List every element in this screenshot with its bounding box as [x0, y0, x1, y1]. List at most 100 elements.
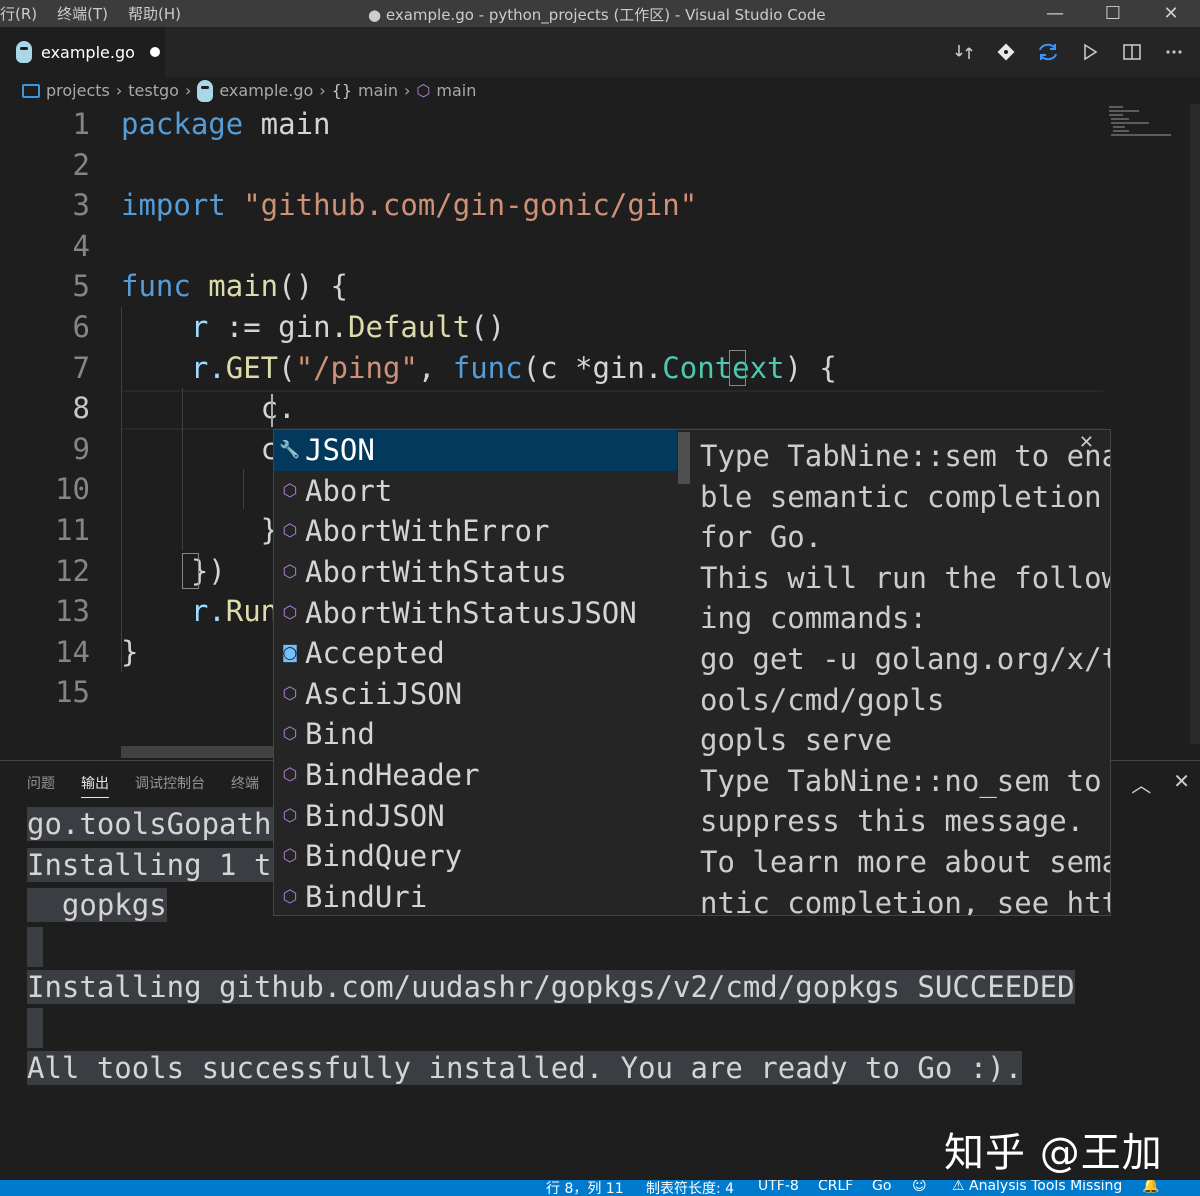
status-tab-size[interactable]: 制表符长度: 4 — [646, 1180, 734, 1196]
compare-icon[interactable] — [944, 32, 984, 72]
suggestion-item[interactable]: 🔧 JSON — [274, 430, 677, 471]
minimize-button[interactable]: — — [1026, 0, 1084, 27]
method-icon: ⬡ — [282, 562, 298, 583]
chevron-right-icon: › — [404, 81, 411, 100]
code-line-12: }) — [121, 553, 226, 588]
bracket-match-highlight — [729, 350, 746, 386]
method-icon: ⬡ — [282, 480, 298, 501]
bracket-match-highlight — [182, 553, 199, 589]
status-language[interactable]: Go — [872, 1180, 891, 1194]
minimap-line — [1109, 114, 1123, 116]
breadcrumb-testgo[interactable]: testgo — [128, 81, 179, 100]
maximize-button[interactable]: ☐ — [1084, 0, 1142, 27]
suggest-scrollbar[interactable] — [678, 432, 690, 484]
line-number: 11 — [55, 513, 90, 547]
status-encoding[interactable]: UTF-8 — [758, 1180, 799, 1194]
menu-item-terminal[interactable]: 终端(T) — [57, 3, 108, 24]
method-icon: ⬡ — [282, 683, 298, 704]
suggestion-item[interactable]: ⬡ AbortWithStatus — [274, 552, 677, 593]
close-window-button[interactable]: ✕ — [1142, 0, 1200, 27]
run-icon[interactable] — [1070, 32, 1110, 72]
tab-problems[interactable]: 问题 — [27, 773, 55, 798]
line-number: 8 — [72, 391, 90, 426]
tab-terminal[interactable]: 终端 — [231, 773, 259, 798]
suggestion-item[interactable]: ◙ Accepted — [274, 633, 677, 674]
menu-item-help[interactable]: 帮助(H) — [128, 3, 181, 24]
vertical-scrollbar[interactable] — [1190, 104, 1200, 744]
line-number: 1 — [72, 107, 90, 141]
minimap[interactable] — [1105, 104, 1190, 744]
method-icon: ⬡ — [282, 602, 298, 623]
breadcrumb-function[interactable]: main — [436, 81, 476, 100]
minimap-line — [1111, 118, 1129, 120]
go-file-icon — [16, 41, 32, 63]
tab-output[interactable]: 输出 — [81, 773, 109, 798]
details-line: suppress this message. — [700, 804, 1085, 839]
minimap-line — [1109, 106, 1123, 108]
unsaved-dot-icon[interactable] — [149, 47, 160, 57]
suggestion-item[interactable]: ⬡ Abort — [274, 471, 677, 512]
menu-item-run[interactable]: 行(R) — [0, 3, 37, 24]
suggestion-item[interactable]: ⬡ AbortWithError — [274, 511, 677, 552]
line-number: 10 — [55, 472, 90, 507]
indent-guide — [243, 469, 244, 509]
menu-bar: 行(R) 终端(T) 帮助(H) — [0, 3, 181, 24]
chevron-right-icon: › — [319, 81, 326, 100]
suggestion-item[interactable]: ⬡ AsciiJSON — [274, 674, 677, 715]
method-icon: ⬡ — [282, 886, 298, 907]
line-number: 12 — [55, 553, 90, 588]
breadcrumb-file[interactable]: example.go — [219, 81, 313, 100]
window-title: ● example.go - python_projects (工作区) - V… — [368, 6, 826, 24]
details-line: ools/cmd/gopls — [700, 682, 945, 717]
code-line-11: }) — [121, 513, 296, 547]
sync-icon[interactable] — [1028, 32, 1068, 72]
maximize-panel-icon[interactable]: ︿ — [1131, 769, 1151, 798]
suggestion-item[interactable]: ⬡ Bind — [274, 714, 677, 755]
output-line: go.toolsGopath s — [27, 807, 307, 841]
breadcrumb-projects[interactable]: projects — [46, 81, 110, 100]
line-number: 2 — [72, 147, 90, 182]
status-warning[interactable]: ⚠ Analysis Tools Missing — [952, 1180, 1122, 1194]
field-icon: ◙ — [281, 643, 299, 664]
more-icon[interactable] — [1154, 32, 1194, 72]
output-line: gopkgs — [27, 888, 167, 922]
window-controls: — ☐ ✕ — [1026, 0, 1200, 27]
tab-debug-console[interactable]: 调试控制台 — [135, 773, 205, 798]
status-eol[interactable]: CRLF — [818, 1180, 853, 1194]
status-bar: 行 8，列 11 制表符长度: 4 UTF-8 CRLF Go ☺ ⚠ Anal… — [0, 1180, 1200, 1196]
minimap-line — [1111, 134, 1171, 136]
horizontal-scrollbar[interactable] — [121, 746, 281, 758]
selection-block — [27, 1008, 43, 1048]
notifications-icon[interactable]: 🔔 — [1142, 1180, 1159, 1194]
suggest-details: ✕ Type TabNine::sem to ena ble semantic … — [692, 429, 1111, 916]
minimap-line — [1113, 130, 1129, 132]
suggestion-item[interactable]: ⬡ AbortWithStatusJSON — [274, 592, 677, 633]
feedback-icon[interactable]: ☺ — [912, 1180, 927, 1194]
breadcrumb-package[interactable]: main — [358, 81, 398, 100]
tab-example-go[interactable]: example.go — [0, 27, 165, 77]
suggestion-item[interactable]: ⬡ BindJSON — [274, 795, 677, 836]
output-line: All tools successfully installed. You ar… — [27, 1051, 1023, 1085]
suggestion-item[interactable]: ⬡ BindQuery — [274, 836, 677, 877]
suggestion-item[interactable]: ⬡ BindUri — [274, 877, 677, 915]
details-line: ing commands: — [700, 601, 927, 636]
function-icon: ⬡ — [416, 81, 431, 100]
suggest-widget[interactable]: 🔧 JSON ⬡ Abort ⬡ AbortWithError ⬡ AbortWithS… — [273, 429, 693, 916]
code-line-5: func main() { — [121, 269, 348, 304]
details-line: ble semantic completion — [700, 479, 1102, 514]
breadcrumb: projects › testgo › example.go › {} main… — [0, 77, 1200, 104]
close-panel-icon[interactable]: ✕ — [1173, 769, 1190, 798]
code-line-1: package main — [121, 107, 331, 141]
git-icon[interactable] — [986, 32, 1026, 72]
split-editor-icon[interactable] — [1112, 32, 1152, 72]
minimap-line — [1113, 126, 1125, 128]
details-line: This will run the follow — [700, 560, 1111, 595]
suggestion-item[interactable]: ⬡ BindHeader — [274, 755, 677, 796]
minimap-line — [1111, 122, 1149, 124]
line-number: 15 — [55, 675, 90, 710]
text-cursor — [271, 394, 273, 427]
method-icon: ⬡ — [282, 724, 298, 745]
editor-tab-bar: example.go — [0, 27, 1200, 77]
status-cursor-position[interactable]: 行 8，列 11 — [546, 1180, 624, 1196]
details-line: gopls serve — [700, 723, 893, 758]
